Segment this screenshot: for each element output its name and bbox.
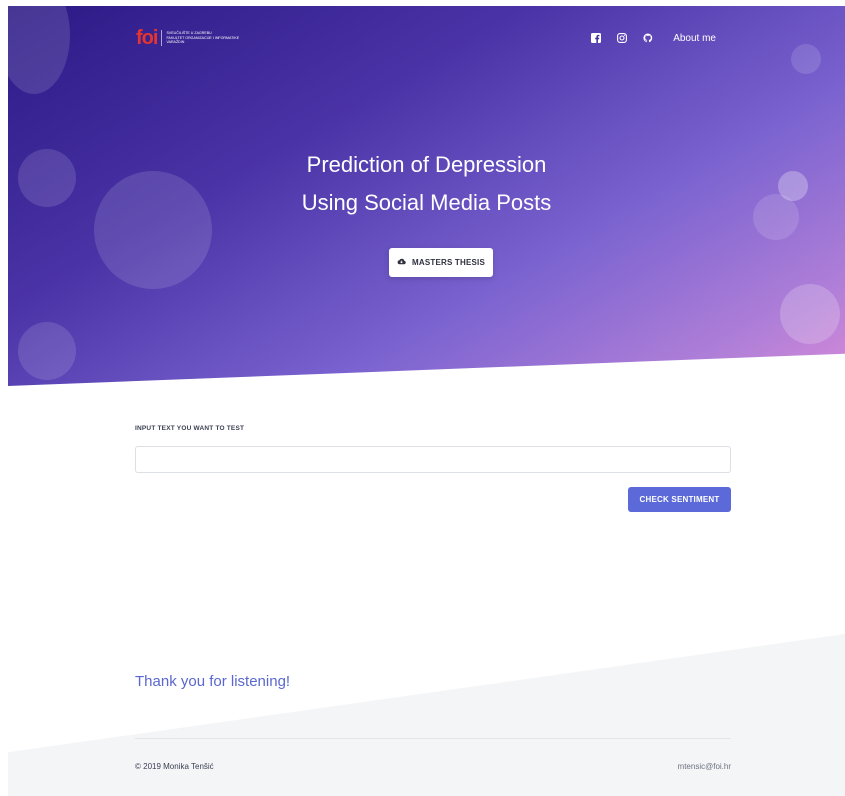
email-link[interactable]: mtensic@foi.hr <box>678 762 731 771</box>
footer-background <box>8 634 845 796</box>
logo-text-line: VARAŽDIN <box>166 40 185 45</box>
decorative-bubble <box>791 44 821 74</box>
page-title: Prediction of Depression Using Social Me… <box>8 146 845 222</box>
page-title-line: Prediction of Depression <box>306 152 547 177</box>
footer-divider <box>135 738 731 739</box>
decorative-bubble <box>8 6 70 94</box>
logo-text: SVEUČILIŠTE U ZAGREBU FAKULTET ORGANIZAC… <box>166 31 239 44</box>
nav-link-about-me[interactable]: About me <box>673 33 716 44</box>
decorative-bubble <box>780 284 840 344</box>
masters-thesis-button[interactable]: MASTERS THESIS <box>389 248 493 277</box>
sentiment-text-input[interactable] <box>135 446 731 473</box>
input-label: INPUT TEXT YOU WANT TO TEST <box>135 425 245 432</box>
copyright-text: © 2019 Monika Tenšić <box>135 762 214 771</box>
github-icon[interactable] <box>641 31 655 45</box>
facebook-icon[interactable] <box>589 31 603 45</box>
top-nav: About me <box>577 31 716 45</box>
page: foi SVEUČILIŠTE U ZAGREBU FAKULTET ORGAN… <box>0 0 845 796</box>
masters-thesis-button-label: MASTERS THESIS <box>411 258 486 267</box>
check-sentiment-button[interactable]: CHECK SENTIMENT <box>628 487 731 512</box>
footer-heading: Thank you for listening! <box>135 673 291 690</box>
instagram-icon[interactable] <box>615 31 629 45</box>
logo-mark: foi <box>136 27 158 49</box>
hero-section: foi SVEUČILIŠTE U ZAGREBU FAKULTET ORGAN… <box>8 6 845 386</box>
decorative-bubble <box>18 322 76 380</box>
foi-logo[interactable]: foi SVEUČILIŠTE U ZAGREBU FAKULTET ORGAN… <box>136 28 239 48</box>
page-title-line: Using Social Media Posts <box>301 190 552 215</box>
cloud-download-icon <box>397 258 406 267</box>
logo-divider <box>161 30 163 46</box>
